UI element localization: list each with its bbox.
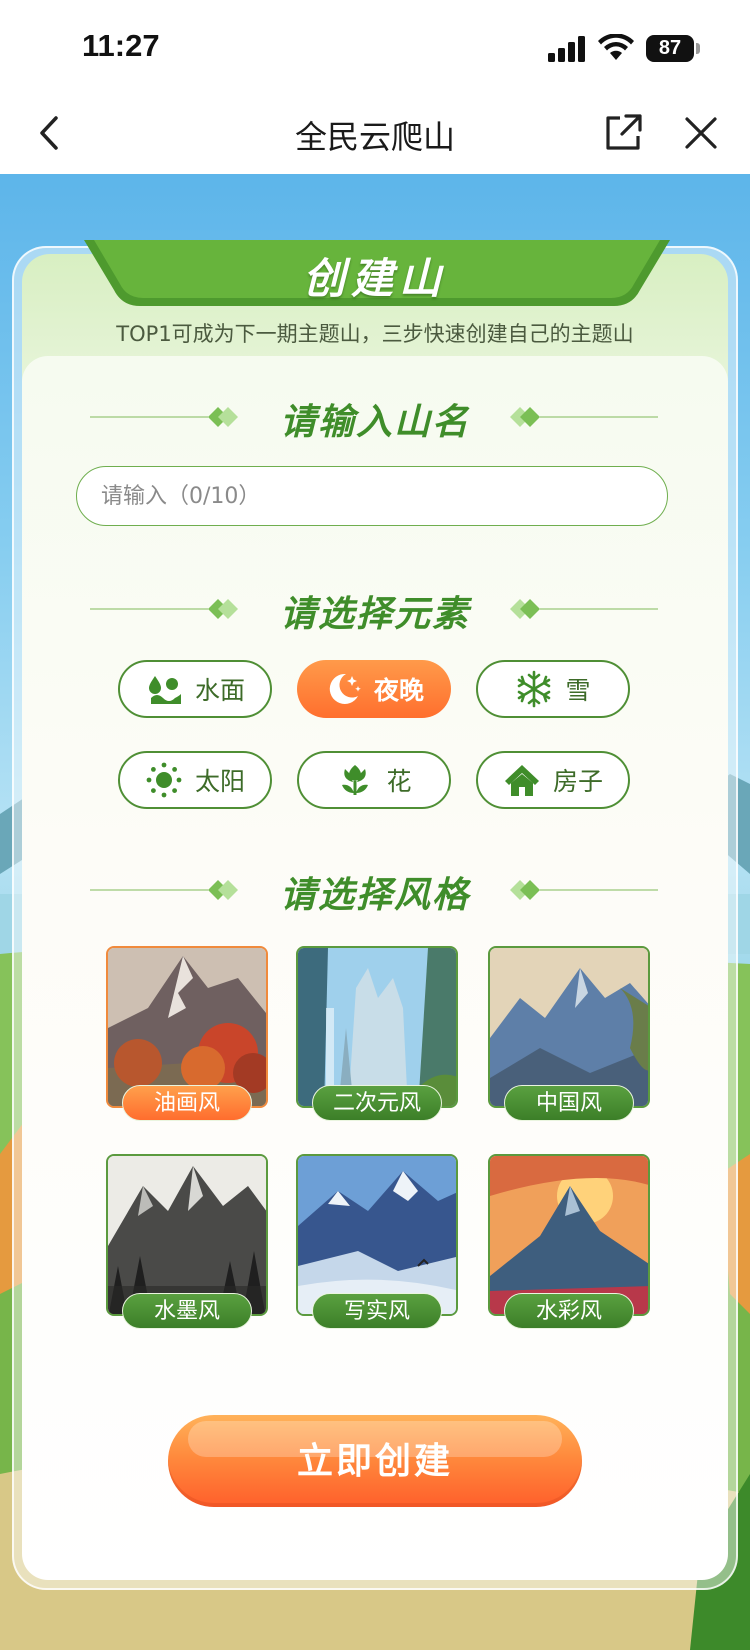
create-button-label: 立即创建 — [296, 1440, 453, 1481]
right-diamond-divider — [510, 599, 658, 619]
battery-level: 87 — [646, 35, 694, 62]
card-title: 创建山 — [302, 254, 447, 303]
wifi-icon — [598, 34, 634, 60]
nav-bar: 全民云爬山 — [0, 92, 750, 174]
watercolor-thumbnail — [490, 1156, 648, 1314]
style-label-chinese[interactable]: 中国风 — [504, 1085, 634, 1121]
style-label-ink-wash[interactable]: 水墨风 — [122, 1293, 252, 1329]
mountain-name-input[interactable] — [76, 466, 668, 526]
ink-wash-thumbnail — [108, 1156, 266, 1314]
element-chip-house[interactable]: 房子 — [476, 751, 630, 809]
status-time: 11:27 — [82, 28, 160, 63]
oil-painting-thumbnail — [108, 948, 266, 1106]
section-title-elements: 请选择元素 — [0, 585, 750, 635]
flower-icon — [342, 765, 369, 795]
right-diamond-divider — [510, 407, 658, 427]
chip-label: 雪 — [565, 676, 591, 705]
element-chip-water[interactable]: 水面 — [118, 660, 272, 718]
house-icon — [504, 765, 539, 796]
style-card-ink-wash[interactable] — [106, 1154, 268, 1316]
chip-label: 花 — [386, 767, 412, 796]
anime-thumbnail — [298, 948, 456, 1106]
share-icon[interactable] — [602, 112, 644, 154]
style-card-anime[interactable] — [296, 946, 458, 1108]
style-card-chinese[interactable] — [488, 946, 650, 1108]
element-chip-flower[interactable]: 花 — [297, 751, 451, 809]
section-title-styles: 请选择风格 — [0, 866, 750, 916]
moon-icon — [329, 673, 361, 704]
chip-label: 太阳 — [194, 767, 245, 796]
style-card-oil-painting[interactable] — [106, 946, 268, 1108]
water-icon — [148, 676, 181, 704]
style-label-watercolor[interactable]: 水彩风 — [504, 1293, 634, 1329]
style-label-anime[interactable]: 二次元风 — [312, 1085, 442, 1121]
style-label-oil-painting[interactable]: 油画风 — [122, 1085, 252, 1121]
chip-label: 水面 — [194, 676, 245, 705]
style-card-realistic[interactable] — [296, 1154, 458, 1316]
style-card-watercolor[interactable] — [488, 1154, 650, 1316]
element-chip-snow[interactable]: 雪 — [476, 660, 630, 718]
chip-label: 房子 — [552, 767, 603, 796]
status-bar: 11:27 87 — [0, 0, 750, 92]
section-title-name: 请输入山名 — [0, 393, 750, 443]
element-chip-sun[interactable]: 太阳 — [118, 751, 272, 809]
battery-tip — [696, 43, 700, 54]
right-diamond-divider — [510, 880, 658, 900]
snowflake-icon — [518, 670, 551, 708]
cellular-signal-icon — [548, 36, 585, 62]
chinese-style-thumbnail — [490, 948, 648, 1106]
style-label-realistic[interactable]: 写实风 — [312, 1293, 442, 1329]
close-icon[interactable] — [682, 114, 720, 152]
chip-label: 夜晚 — [373, 676, 424, 705]
element-chip-night[interactable]: 夜晚 — [297, 660, 451, 718]
card-subtitle: TOP1可成为下一期主题山，三步快速创建自己的主题山 — [116, 322, 634, 346]
sun-icon — [146, 762, 182, 798]
realistic-thumbnail — [298, 1156, 456, 1314]
create-now-button[interactable]: 立即创建 — [168, 1415, 582, 1507]
